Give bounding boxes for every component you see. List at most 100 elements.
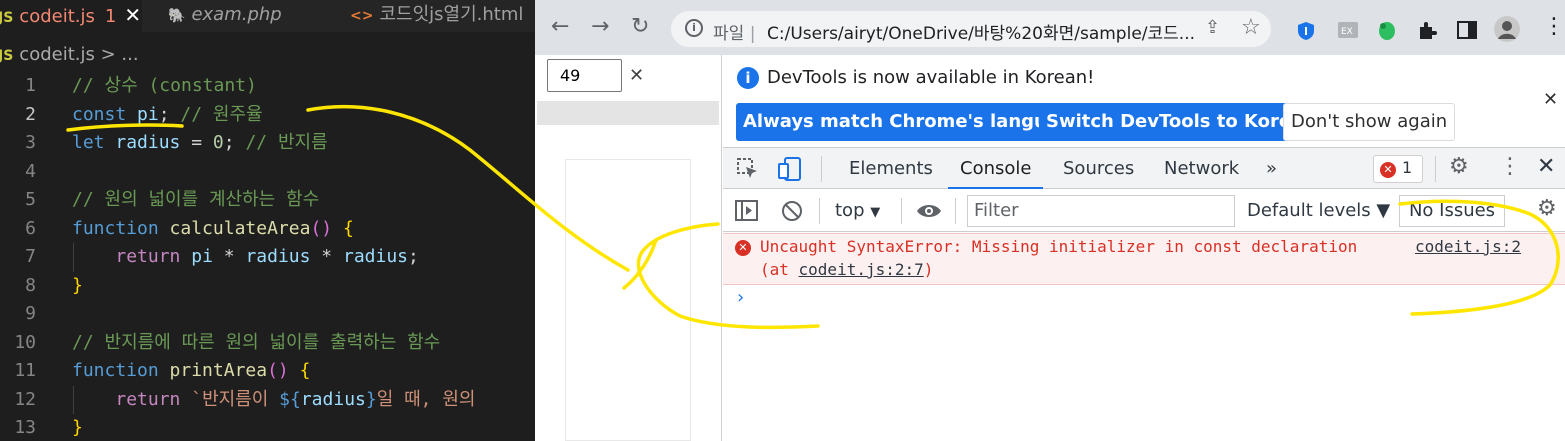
- code-line[interactable]: 13}: [0, 414, 535, 441]
- code-line[interactable]: 5 // 원의 넓이를 계산하는 함수: [0, 186, 535, 215]
- devtools-panel: i DevTools is now available in Korean! ✕…: [723, 55, 1565, 441]
- device-toolbar-icon[interactable]: [777, 156, 803, 182]
- code-line[interactable]: 8}: [0, 272, 535, 301]
- context-selector[interactable]: top ▼: [835, 200, 880, 221]
- console-settings-gear-icon[interactable]: ⚙: [1537, 196, 1557, 221]
- settings-gear-icon[interactable]: ⚙: [1449, 154, 1469, 179]
- code-token: return: [115, 388, 181, 410]
- customize-menu-icon[interactable]: ⋮: [1499, 154, 1521, 179]
- error-icon: ✕: [1380, 162, 1396, 178]
- more-tabs-icon[interactable]: »: [1266, 148, 1277, 189]
- inspect-element-icon[interactable]: [737, 158, 759, 180]
- tab-codeit-js[interactable]: JS codeit.js 1 ✕: [0, 0, 142, 32]
- code-token: {: [299, 360, 311, 381]
- divider: [955, 198, 956, 224]
- tab-html-file[interactable]: <> 코드잇js열기.html: [330, 0, 535, 32]
- ex-extension-icon[interactable]: EX: [1337, 20, 1359, 40]
- close-icon[interactable]: ✕: [629, 65, 644, 86]
- code-line[interactable]: 11 function printArea() {: [0, 357, 535, 386]
- code-token: ${: [279, 388, 301, 410]
- reload-button[interactable]: ↻: [631, 14, 649, 39]
- code-area[interactable]: 1 // 상수 (constant) 2 const pi; // 원주율 3 let r…: [0, 72, 535, 441]
- code-line[interactable]: 2 const pi; // 원주율: [0, 101, 535, 130]
- code-line[interactable]: 7 return pi * radius * radius;: [0, 243, 535, 272]
- code-line[interactable]: 1 // 상수 (constant): [0, 72, 535, 101]
- code-text: function calculateArea() {: [72, 215, 354, 244]
- tab-network[interactable]: Network: [1164, 148, 1239, 189]
- close-devtools-icon[interactable]: ✕: [1537, 154, 1555, 179]
- log-levels-dropdown[interactable]: Default levels ▼: [1247, 200, 1390, 221]
- always-match-language-button[interactable]: Always match Chrome's language: [736, 103, 1092, 141]
- address-bar[interactable]: i 파일 | C:/Users/airyt/OneDrive/바탕%20화면/s…: [671, 11, 1271, 47]
- evernote-extension-icon[interactable]: [1377, 19, 1397, 41]
- sidebar-toggle-icon[interactable]: [735, 200, 759, 222]
- code-text: let radius = 0; // 반지름: [72, 129, 328, 158]
- breadcrumb[interactable]: JS codeit.js > ...: [0, 40, 139, 70]
- code-line[interactable]: 12 return `반지름이 ${radius}일 때, 원의: [0, 385, 535, 414]
- console-prompt-icon[interactable]: ›: [737, 287, 744, 308]
- error-count: 1: [1402, 158, 1413, 177]
- code-token: // 상수 (constant): [72, 75, 257, 96]
- bookmark-star-icon[interactable]: ☆: [1241, 15, 1261, 40]
- code-line[interactable]: 3 let radius = 0; // 반지름: [0, 129, 535, 158]
- infobar-message: DevTools is now available in Korean!: [767, 67, 1095, 88]
- code-token: }: [72, 274, 83, 296]
- clear-console-icon[interactable]: [781, 200, 803, 222]
- infobar-close-icon[interactable]: ✕: [1543, 89, 1558, 110]
- error-icon: ✕: [735, 240, 751, 256]
- address-scheme: 파일 |: [713, 24, 756, 44]
- dont-show-again-button[interactable]: Don't show again: [1283, 103, 1456, 141]
- site-info-icon[interactable]: i: [685, 19, 703, 37]
- code-token: `반지름이: [180, 388, 280, 410]
- error-count-badge[interactable]: ✕ 1: [1373, 155, 1423, 183]
- code-token: printArea: [169, 360, 268, 381]
- breadcrumb-file[interactable]: codeit.js: [19, 44, 95, 65]
- code-token: return: [115, 246, 181, 267]
- page-input[interactable]: 49: [547, 59, 622, 92]
- code-token: *: [212, 246, 246, 267]
- code-line[interactable]: 4: [0, 158, 535, 187]
- back-button[interactable]: ←: [551, 14, 569, 39]
- code-token: const: [72, 103, 127, 125]
- address-url[interactable]: C:/Users/airyt/OneDrive/바탕%20화면/sample/코…: [767, 19, 1195, 44]
- error-location-link[interactable]: codeit.js:2:7: [799, 260, 924, 279]
- extensions-puzzle-icon[interactable]: [1417, 20, 1437, 40]
- browser-window: ← → ↻ i 파일 | C:/Users/airyt/OneDrive/바탕%…: [535, 0, 1565, 441]
- shield-extension-icon[interactable]: [1297, 21, 1315, 41]
- share-icon[interactable]: ⇪: [1205, 17, 1220, 38]
- code-token: (): [267, 360, 289, 381]
- divider: [901, 198, 902, 224]
- tab-label: codeit.js: [19, 6, 95, 27]
- code-line[interactable]: 9: [0, 300, 535, 329]
- tab-elements[interactable]: Elements: [849, 148, 933, 189]
- code-token: // 원주율: [180, 103, 263, 125]
- line-number: 12: [14, 388, 36, 410]
- page-bar: [537, 101, 719, 125]
- menu-icon[interactable]: ⋮: [1543, 14, 1565, 39]
- line-number: 1: [25, 75, 36, 96]
- code-token: // 반지름에 따른 원의 넓이를 출력하는 함수: [72, 331, 441, 353]
- code-text: // 상수 (constant): [72, 72, 257, 101]
- tab-exam-php[interactable]: 🐘 exam.php: [146, 0, 326, 32]
- close-tab-icon[interactable]: ✕: [124, 3, 141, 27]
- divider: [819, 198, 820, 224]
- line-number: 4: [25, 160, 36, 182]
- switch-to-korean-button[interactable]: Switch DevTools to Korean: [1039, 103, 1324, 141]
- code-token: {: [342, 217, 354, 239]
- code-token: 0: [212, 132, 224, 153]
- tab-console[interactable]: Console: [948, 148, 1044, 189]
- tab-sources[interactable]: Sources: [1063, 148, 1134, 189]
- forward-button[interactable]: →: [591, 14, 609, 39]
- code-line[interactable]: 10 // 반지름에 따른 원의 넓이를 출력하는 함수: [0, 329, 535, 358]
- problem-count-badge: 1: [104, 6, 117, 27]
- issues-button[interactable]: No Issues: [1399, 195, 1505, 227]
- code-line[interactable]: 6 function calculateArea() {: [0, 215, 535, 244]
- line-number: 13: [14, 417, 36, 438]
- live-expression-eye-icon[interactable]: [916, 202, 942, 220]
- console-filter-input[interactable]: Filter: [967, 195, 1235, 227]
- error-source-link[interactable]: codeit.js:2: [1415, 237, 1521, 256]
- side-panel-icon[interactable]: [1457, 21, 1477, 39]
- profile-avatar[interactable]: [1493, 15, 1521, 43]
